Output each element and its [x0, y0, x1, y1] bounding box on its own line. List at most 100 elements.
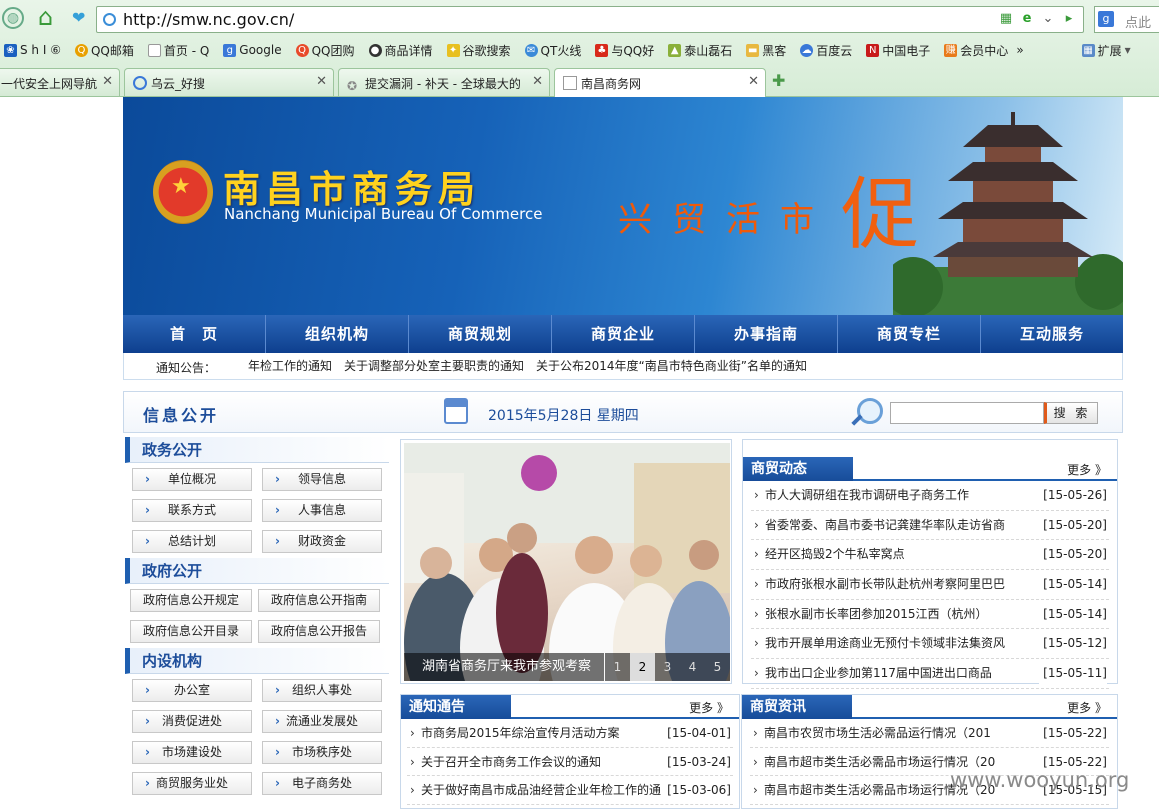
- nav-planning[interactable]: 商贸规划: [409, 315, 552, 353]
- close-icon[interactable]: ✕: [102, 74, 113, 89]
- tab-nanchang-commerce[interactable]: 南昌商务网 ✕: [554, 68, 766, 97]
- trade-info-header: 商贸资讯 更多 》: [742, 695, 1117, 719]
- slide-dot[interactable]: 3: [655, 653, 680, 681]
- fav-item[interactable]: ❀ S h I ⑥: [4, 43, 61, 57]
- globe-icon[interactable]: ◍: [2, 7, 24, 29]
- more-link[interactable]: 更多 》: [1067, 461, 1107, 478]
- notice-item[interactable]: 关于召开全市商务工作会议的通知[15-03-24]: [407, 747, 733, 776]
- link-market-build[interactable]: 市场建设处: [132, 741, 252, 764]
- address-bar[interactable]: http://smw.nc.gov.cn/ ▦ e ⌄ ▸: [96, 6, 1084, 33]
- link-market-order[interactable]: 市场秩序处: [262, 741, 382, 764]
- url-text[interactable]: http://smw.nc.gov.cn/: [123, 10, 294, 29]
- page-icon: [147, 43, 161, 57]
- nav-columns[interactable]: 商贸专栏: [838, 315, 981, 353]
- slide-dot[interactable]: 5: [705, 653, 730, 681]
- news-item[interactable]: 市人大调研组在我市调研电子商务工作[15-05-26]: [751, 481, 1109, 511]
- slide-dot-active[interactable]: 2: [630, 653, 655, 681]
- link-finance[interactable]: 财政资金: [262, 530, 382, 553]
- link-personnel[interactable]: 人事信息: [262, 499, 382, 522]
- fav-item[interactable]: ▲ 泰山磊石: [668, 42, 732, 59]
- fav-item[interactable]: g Google: [223, 43, 282, 57]
- link-circulation[interactable]: 流通业发展处: [262, 710, 382, 733]
- nav-enterprises[interactable]: 商贸企业: [552, 315, 695, 353]
- calendar-icon: [444, 398, 468, 424]
- close-icon[interactable]: ✕: [748, 74, 759, 89]
- site-search-input[interactable]: [890, 402, 1044, 424]
- trade-news-title: 商贸动态: [743, 457, 853, 481]
- link-plans[interactable]: 总结计划: [132, 530, 252, 553]
- tab-wooyun[interactable]: 乌云_好搜 ✕: [124, 68, 334, 96]
- link-office[interactable]: 办公室: [132, 679, 252, 702]
- extensions-button[interactable]: ▦ 扩展 ▾: [1081, 42, 1131, 59]
- notice-scroll-text[interactable]: 年检工作的通知 关于调整部分处室主要职责的通知 关于公布2014年度“南昌市特色…: [248, 357, 948, 374]
- notice-ticker: 通知公告： 年检工作的通知 关于调整部分处室主要职责的通知 关于公布2014年度…: [123, 353, 1123, 380]
- link-info-catalog[interactable]: 政府信息公开目录: [130, 620, 252, 643]
- browser-chrome: ◍ ⌂ ❤ http://smw.nc.gov.cn/ ▦ e ⌄ ▸ g 点此…: [0, 0, 1159, 97]
- browser-search-box[interactable]: g 点此: [1094, 6, 1159, 33]
- fav-item[interactable]: Q QQ团购: [295, 42, 355, 59]
- photo-scene: [404, 443, 730, 681]
- nav-guide[interactable]: 办事指南: [695, 315, 838, 353]
- link-ecommerce[interactable]: 电子商务处: [262, 772, 382, 795]
- fav-item[interactable]: ● 商品详情: [368, 42, 433, 59]
- news-slideshow: 湖南省商务厅来我市参观考察 1 2 3 4 5: [400, 439, 732, 684]
- info-item[interactable]: 南昌市农贸市场生活必需品运行情况（201[15-05-22]: [750, 719, 1109, 748]
- section-gov-affairs: 政务公开: [125, 437, 389, 463]
- news-item[interactable]: 市政府张根水副市长带队赴杭州考察阿里巴巴[15-05-14]: [751, 570, 1109, 600]
- link-hr[interactable]: 组织人事处: [262, 679, 382, 702]
- nav-home[interactable]: 首 页: [123, 315, 266, 353]
- news-item[interactable]: 我市出口企业参加第117届中国进出口商品[15-05-11]: [751, 659, 1109, 689]
- more-link[interactable]: 更多 》: [1067, 699, 1107, 716]
- new-tab-icon[interactable]: ✚: [772, 71, 785, 90]
- news-item[interactable]: 我市开展单用途商业无预付卡领域非法集资风[15-05-12]: [751, 629, 1109, 660]
- favorite-heart-icon[interactable]: ❤: [72, 8, 85, 27]
- slide-dot[interactable]: 4: [680, 653, 705, 681]
- fav-item[interactable]: N 中国电子: [866, 42, 930, 59]
- link-consumption[interactable]: 消费促进处: [132, 710, 252, 733]
- home-icon[interactable]: ⌂: [38, 4, 53, 30]
- go-icon[interactable]: ▸: [1061, 10, 1077, 28]
- link-info-rules[interactable]: 政府信息公开规定: [130, 589, 252, 612]
- qr-icon[interactable]: ▦: [998, 10, 1014, 28]
- link-info-guide[interactable]: 政府信息公开指南: [258, 589, 380, 612]
- close-icon[interactable]: ✕: [316, 74, 327, 89]
- more-favorites[interactable]: »: [1016, 43, 1023, 57]
- notice-item[interactable]: 市商务局2015年综治宣传月活动方案[15-04-01]: [407, 719, 733, 748]
- fav-item[interactable]: ☁ 百度云: [800, 42, 852, 59]
- tab-navigation[interactable]: 一代安全上网导航 ✕: [0, 68, 120, 96]
- trade-news-box: 商贸动态 更多 》 市人大调研组在我市调研电子商务工作[15-05-26] 省委…: [742, 439, 1118, 689]
- news-item[interactable]: 经开区捣毁2个牛私宰窝点[15-05-20]: [751, 540, 1109, 571]
- search-engine-icon[interactable]: g: [1098, 11, 1114, 27]
- site-banner: 南昌市商务局 Nanchang Municipal Bureau Of Comm…: [123, 97, 1123, 315]
- nav-organization[interactable]: 组织机构: [266, 315, 409, 353]
- news-item[interactable]: 省委常委、南昌市委书记龚建华率队走访省商[15-05-20]: [751, 510, 1109, 541]
- link-info-report[interactable]: 政府信息公开报告: [258, 620, 380, 643]
- link-contact[interactable]: 联系方式: [132, 499, 252, 522]
- nav-interaction[interactable]: 互动服务: [981, 315, 1123, 353]
- link-services[interactable]: 商贸服务业处: [132, 772, 252, 795]
- slideshow-photo[interactable]: 湖南省商务厅来我市参观考察 1 2 3 4 5: [404, 443, 730, 681]
- fav-item[interactable]: 首页 - Q: [147, 42, 209, 59]
- fav-item[interactable]: ♣ 与QQ好: [595, 42, 654, 59]
- more-link[interactable]: 更多 》: [689, 699, 729, 716]
- link-leaders[interactable]: 领导信息: [262, 468, 382, 491]
- search-button[interactable]: 搜 索: [1044, 402, 1098, 424]
- magnifier-icon: [851, 398, 883, 426]
- slide-dot[interactable]: 1: [605, 653, 630, 681]
- ie-mode-icon[interactable]: e: [1019, 10, 1035, 28]
- fav-item[interactable]: ✉ QT火线: [524, 42, 581, 59]
- slideshow-caption[interactable]: 湖南省商务厅来我市参观考察: [404, 653, 604, 681]
- tab-butian[interactable]: ✪ 提交漏洞 - 补天 - 全球最大的 ✕: [338, 68, 550, 96]
- product-icon: ●: [368, 43, 382, 57]
- dropdown-icon[interactable]: ⌄: [1040, 10, 1056, 28]
- fav-item[interactable]: ✦ 谷歌搜索: [446, 42, 511, 59]
- fav-item[interactable]: 赚会员中心: [944, 42, 1008, 59]
- favorites-bar: ❀ S h I ⑥ Q QQ邮箱 首页 - Q g Google Q QQ团购 ● 商品详…: [0, 38, 1159, 62]
- notice-item[interactable]: 关于做好南昌市成品油经营企业年检工作的通[15-03-06]: [407, 776, 733, 805]
- fav-item[interactable]: ▬ 黑客: [746, 42, 786, 59]
- close-icon[interactable]: ✕: [532, 74, 543, 89]
- slideshow-pager: 1 2 3 4 5: [605, 653, 730, 681]
- news-item[interactable]: 张根水副市长率团参加2015江西（杭州）[15-05-14]: [751, 599, 1109, 630]
- link-unit-overview[interactable]: 单位概况: [132, 468, 252, 491]
- fav-item[interactable]: Q QQ邮箱: [74, 42, 134, 59]
